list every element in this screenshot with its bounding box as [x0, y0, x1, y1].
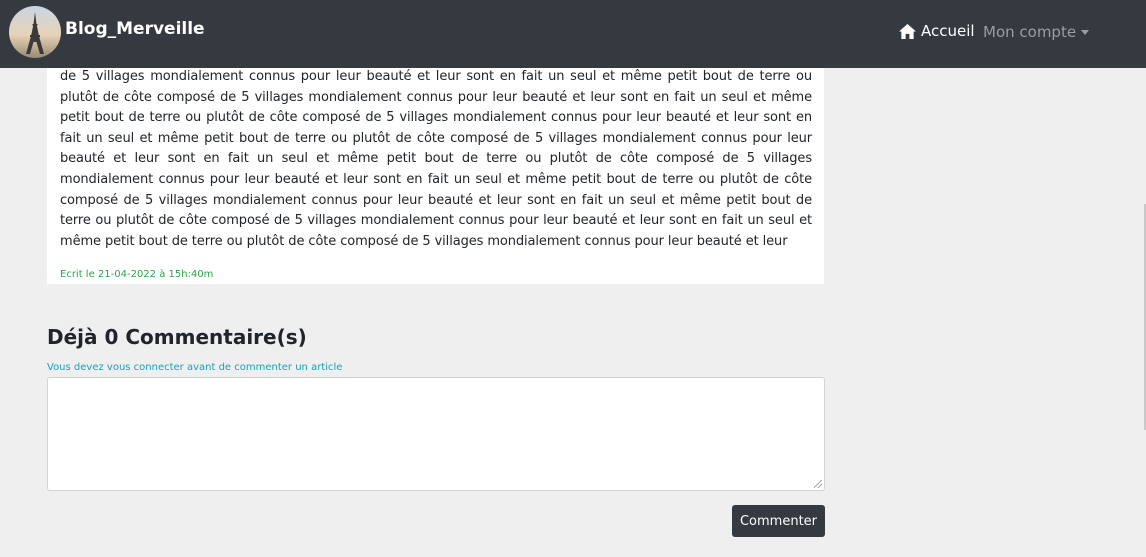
comments-title: Déjà 0 Commentaire(s) [47, 325, 307, 349]
eiffel-tower-logo[interactable] [9, 6, 61, 58]
article-date: Ecrit le 21-04-2022 à 15h:40m [60, 269, 214, 280]
home-icon [899, 23, 916, 39]
nav-account-label: Mon compte [983, 23, 1077, 41]
login-note: Vous devez vous connecter avant de comme… [47, 362, 343, 373]
resize-handle-icon[interactable] [814, 480, 822, 488]
comment-textarea[interactable] [47, 377, 825, 491]
navbar: Blog_Merveille Accueil Mon compte [0, 0, 1146, 68]
chevron-down-icon [1081, 30, 1090, 35]
nav-home-link[interactable]: Accueil [898, 22, 975, 40]
nav-account-dropdown[interactable]: Mon compte [983, 23, 1090, 41]
brand-name[interactable]: Blog_Merveille [65, 19, 205, 39]
article-card: de 5 villages mondialement connus pour l… [47, 40, 824, 284]
article-body: de 5 villages mondialement connus pour l… [60, 69, 812, 249]
nav-home-label: Accueil [921, 22, 975, 40]
comment-submit-button[interactable]: Commenter [732, 505, 825, 537]
